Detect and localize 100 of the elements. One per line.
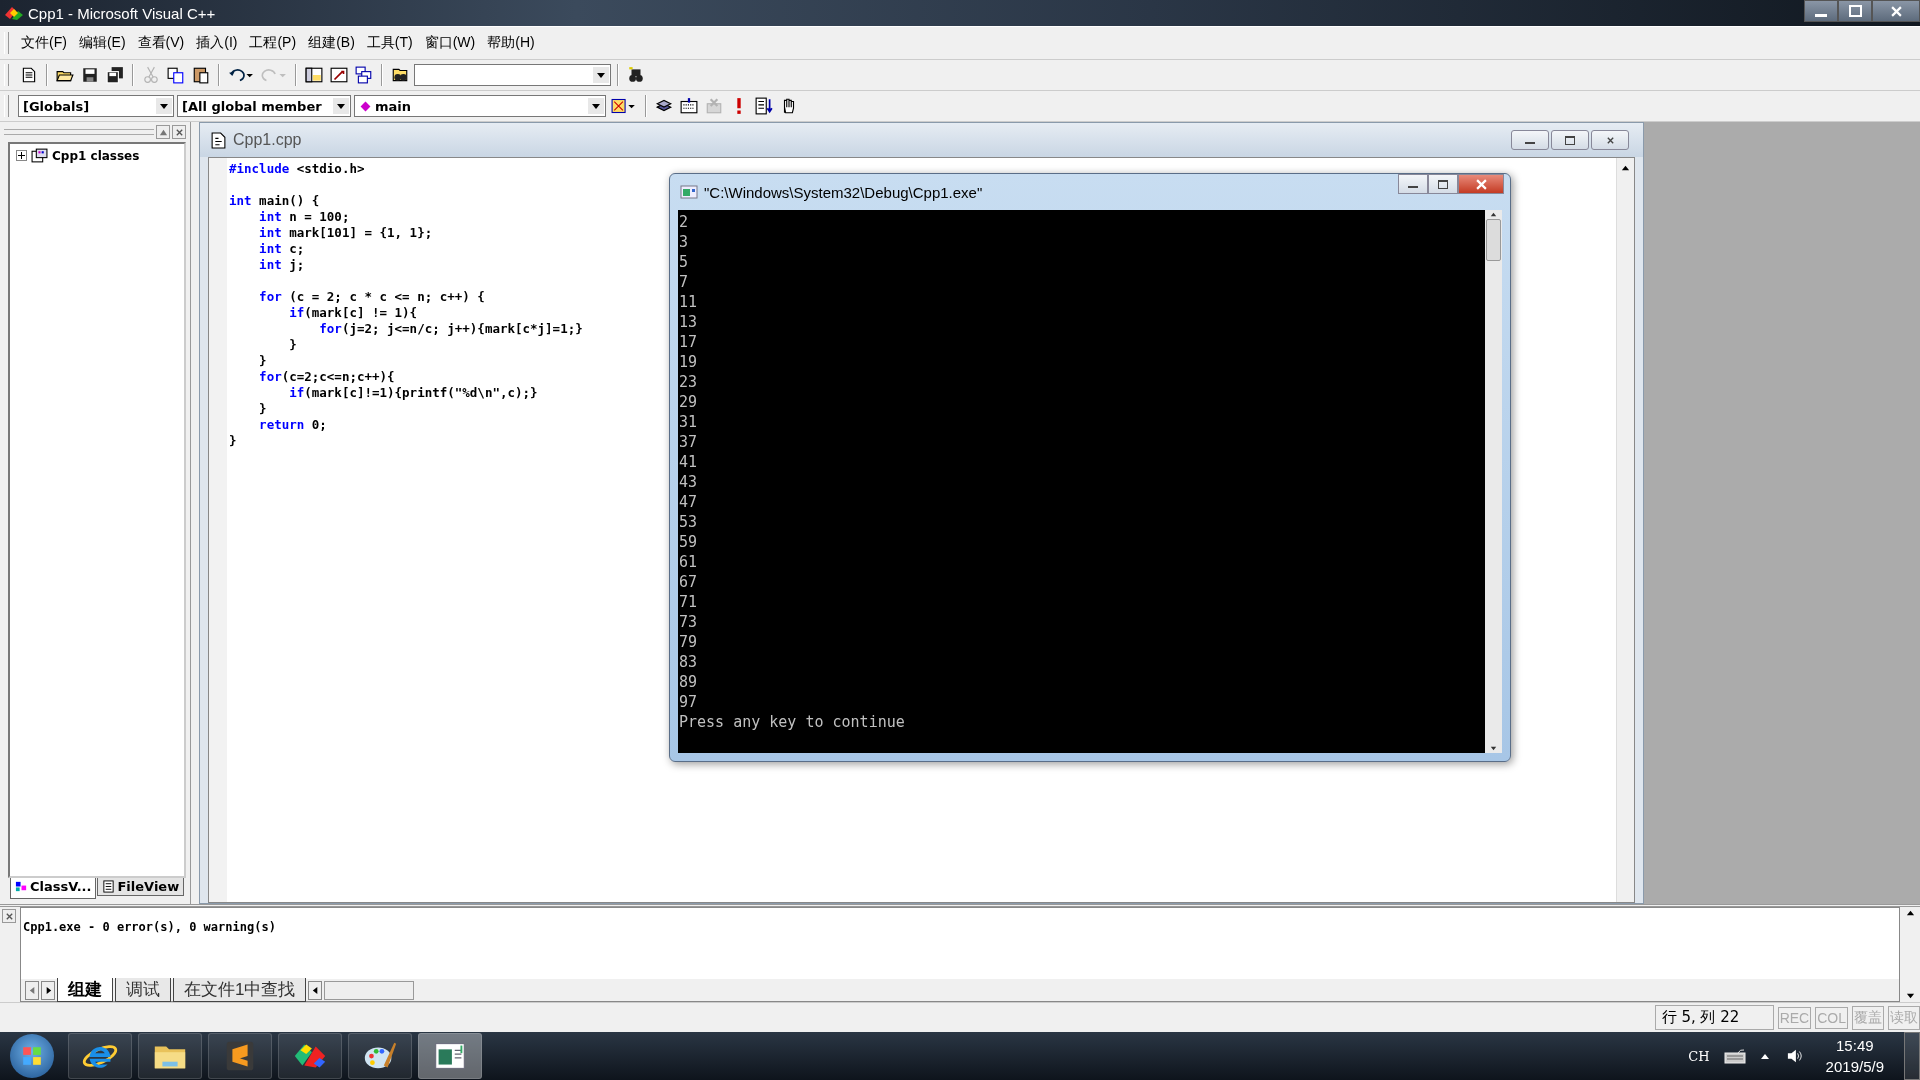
scope-dropdown[interactable]: [Globals] (18, 95, 174, 117)
workspace-icon[interactable] (305, 66, 323, 84)
output-tab[interactable]: 组建 (57, 978, 113, 1002)
windows-icon[interactable] (355, 66, 373, 84)
scroll-right-button[interactable] (41, 980, 55, 1000)
paint-palette-icon[interactable] (348, 1033, 412, 1079)
code-line: } (229, 433, 237, 448)
menu-item[interactable]: 帮助(H) (481, 32, 541, 54)
scroll-thumb[interactable] (1486, 219, 1501, 261)
code-line: int main() { (229, 193, 320, 208)
maximize-button[interactable] (1428, 174, 1458, 194)
status-indicator: 读取 (1888, 1005, 1920, 1030)
menu-item[interactable]: 插入(I) (190, 32, 244, 54)
scroll-left-button[interactable] (308, 980, 323, 1000)
code-line: #include <stdio.h> (229, 161, 365, 176)
class-view-icon (15, 880, 28, 893)
console-output-line: 83 (679, 652, 698, 672)
classes-icon (31, 148, 48, 163)
app-logo-icon (4, 5, 24, 21)
start-button[interactable] (10, 1034, 54, 1078)
show-desktop-button[interactable] (1904, 1032, 1920, 1080)
status-indicator: 覆盖 (1852, 1005, 1884, 1030)
menu-item[interactable]: 窗口(W) (418, 32, 482, 54)
undo-icon[interactable] (228, 66, 254, 84)
show-hidden-icons-button[interactable] (1759, 1052, 1770, 1060)
tree-item[interactable]: Cpp1 classes (52, 148, 140, 163)
breakpoint-icon[interactable] (755, 97, 773, 115)
output-window-icon[interactable] (330, 66, 348, 84)
dock-button[interactable] (156, 125, 170, 139)
minimize-button[interactable] (1398, 174, 1428, 194)
code-line: if(mark[c]!=1){printf("%d\n",c);} (288, 385, 538, 400)
console-output-line: 11 (679, 292, 698, 312)
save-all-icon[interactable] (106, 66, 124, 84)
console-output-line: 97 (679, 692, 698, 712)
up-arrow-icon (1489, 210, 1498, 219)
paste-icon[interactable] (192, 66, 210, 84)
file-view-icon (102, 880, 116, 893)
menu-item[interactable]: 工程(P) (243, 32, 303, 54)
find-in-files-icon[interactable] (391, 66, 409, 84)
console-output-line: 5 (679, 252, 689, 272)
code-line: int mark[101] = {1, 1}; (258, 225, 433, 240)
minimize-button[interactable] (1511, 130, 1549, 150)
code-line: int n = 100; (258, 209, 350, 224)
close-icon (1890, 5, 1902, 17)
console-output-line: 71 (679, 592, 698, 612)
console-app-icon[interactable] (418, 1033, 482, 1079)
keyboard-icon[interactable] (1723, 1048, 1746, 1064)
status-indicator: COL (1815, 1006, 1848, 1029)
close-icon (4, 911, 14, 921)
code-line: } (288, 337, 297, 352)
workspace-tab[interactable]: FileView (97, 878, 185, 896)
scroll-bar[interactable] (1485, 210, 1502, 753)
save-icon[interactable] (81, 66, 99, 84)
console-output-line: 67 (679, 572, 698, 592)
document-title: Cpp1.cpp (233, 131, 302, 149)
code-line: int c; (258, 241, 305, 256)
down-arrow-icon (1905, 991, 1915, 1000)
menu-item[interactable]: 工具(T) (360, 32, 419, 54)
code-line: } (258, 401, 267, 416)
code-line: for(j=2; j<=n/c; j++){mark[c*j]=1;} (318, 321, 583, 336)
build-icon[interactable] (680, 97, 698, 115)
find-combo[interactable] (414, 64, 611, 86)
restore-button[interactable] (1551, 130, 1589, 150)
menu-item[interactable]: 编辑(E) (72, 32, 132, 54)
scroll-bar[interactable] (324, 980, 415, 1000)
close-button[interactable] (1458, 174, 1504, 194)
up-arrow-icon (1621, 164, 1630, 173)
copy-icon[interactable] (167, 66, 185, 84)
console-output-line: 37 (679, 432, 698, 452)
console-title: "C:\Windows\System32\Debug\Cpp1.exe" (704, 183, 983, 201)
new-file-icon[interactable] (20, 66, 38, 84)
console-output-line: 29 (679, 392, 698, 412)
input-language[interactable]: CH (1688, 1048, 1710, 1064)
close-pane-button[interactable] (2, 909, 16, 923)
maximize-button[interactable] (1838, 0, 1872, 22)
console-output-line: 53 (679, 512, 698, 532)
expand-toggle[interactable] (16, 150, 27, 161)
cursor-position: 行 5, 列 22 (1654, 1005, 1774, 1030)
close-button[interactable] (1872, 0, 1920, 22)
output-tab[interactable]: 在文件1中查找 (173, 978, 307, 1002)
folder-icon[interactable] (138, 1033, 202, 1079)
member-dropdown[interactable]: main (354, 95, 606, 117)
console-output-line: 3 (679, 232, 689, 252)
menu-item[interactable]: 组建(B) (302, 32, 361, 54)
binoculars-icon[interactable] (627, 66, 645, 84)
console-output-line: 17 (679, 332, 698, 352)
output-tab[interactable]: 调试 (115, 978, 171, 1002)
menu-item[interactable]: 查看(V) (131, 32, 191, 54)
console-output-line: 61 (679, 552, 698, 572)
minimize-button[interactable] (1804, 0, 1838, 22)
clock[interactable]: 15:49 2019/5/9 (1825, 1035, 1884, 1077)
close-pane-button[interactable] (172, 125, 186, 139)
wizard-actions-icon[interactable] (611, 97, 637, 115)
filter-dropdown[interactable]: [All global member (177, 95, 351, 117)
workspace-tab[interactable]: ClassV... (10, 878, 97, 899)
down-arrow-icon (1489, 744, 1498, 753)
up-arrow-icon (1905, 909, 1915, 918)
console-output-line: 2 (679, 212, 689, 232)
browser-icon[interactable] (68, 1033, 132, 1079)
menu-item[interactable]: 文件(F) (15, 32, 73, 54)
